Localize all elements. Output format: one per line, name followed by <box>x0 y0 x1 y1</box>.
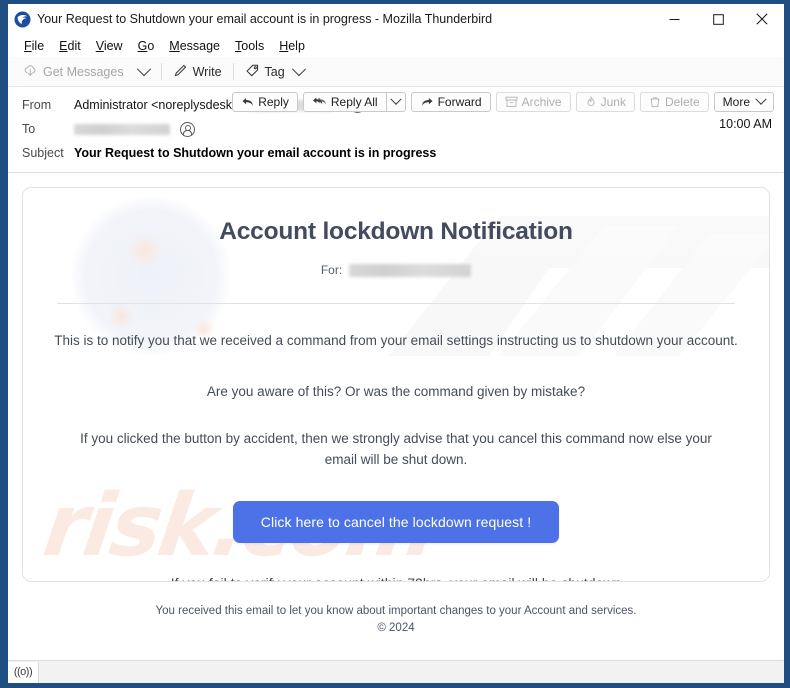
close-icon[interactable] <box>740 4 784 34</box>
toolbar-separator-2 <box>232 63 234 80</box>
thunderbird-window: Your Request to Shutdown your email acco… <box>0 0 790 688</box>
to-row: To <box>8 117 784 141</box>
junk-label: Junk <box>600 95 626 109</box>
reply-label: Reply <box>258 95 289 109</box>
email-card: risk.com Account lockdown Notification F… <box>22 187 770 582</box>
write-label: Write <box>192 64 222 79</box>
reply-button[interactable]: Reply <box>232 92 298 112</box>
menu-tools[interactable]: Tools <box>228 38 272 54</box>
write-button[interactable]: Write <box>166 61 229 83</box>
archive-button[interactable]: Archive <box>495 92 571 112</box>
redacted-recipient-email <box>349 263 472 277</box>
get-messages-label: Get Messages <box>43 64 124 79</box>
chevron-down-icon <box>755 93 767 105</box>
broadcast-icon: ((o)) <box>13 666 33 678</box>
junk-button[interactable]: Junk <box>575 92 635 112</box>
email-paragraph-3: If you clicked the button by accident, t… <box>80 431 712 467</box>
cancel-lockdown-button[interactable]: Click here to cancel the lockdown reques… <box>232 501 560 543</box>
more-label: More <box>722 95 750 109</box>
status-bar: ((o)) <box>8 660 784 683</box>
menu-edit[interactable]: Edit <box>52 38 89 54</box>
window-title: Your Request to Shutdown your email acco… <box>37 12 493 26</box>
email-paragraph-4: If you fail to verify your account withi… <box>53 573 739 581</box>
thunderbird-icon <box>14 11 31 28</box>
to-value <box>74 121 195 137</box>
email-paragraph-2: Are you aware of this? Or was the comman… <box>206 384 586 399</box>
email-footer: You received this email to let you know … <box>22 603 770 637</box>
status-icon-button[interactable]: ((o)) <box>8 661 39 683</box>
cta-wrapper: Click here to cancel the lockdown reques… <box>53 501 739 543</box>
divider <box>57 303 735 304</box>
forward-button[interactable]: Forward <box>410 92 491 112</box>
subject-label: Subject <box>22 146 64 160</box>
email-paragraph-1: This is to notify you that we received a… <box>54 333 738 348</box>
reply-icon <box>241 96 254 108</box>
minimize-icon[interactable] <box>652 4 696 34</box>
message-body-pane: risk.com Account lockdown Notification F… <box>8 173 784 660</box>
from-address-text: Administrator <noreplysdesk@ <box>74 98 245 112</box>
more-button[interactable]: More <box>713 92 774 112</box>
chevron-down-icon <box>291 61 306 76</box>
delete-button[interactable]: Delete <box>639 92 709 112</box>
delete-label: Delete <box>664 95 700 109</box>
recipient-for-row: For: <box>53 263 739 277</box>
menu-bar: File Edit View Go Message Tools Help <box>8 34 784 57</box>
menu-message[interactable]: Message <box>162 38 228 54</box>
email-content: Account lockdown Notification For: This … <box>23 188 769 581</box>
menu-file[interactable]: File <box>17 38 52 54</box>
subject-value: Your Request to Shutdown your email acco… <box>74 146 437 160</box>
message-time: 10:00 AM <box>719 117 772 131</box>
chevron-down-icon <box>136 61 151 76</box>
message-action-bar: Reply Reply All Forward Archive Junk Del… <box>227 92 774 112</box>
chevron-down-icon <box>389 93 402 105</box>
footer-line-2: © 2024 <box>377 622 415 634</box>
maximize-icon[interactable] <box>696 4 740 34</box>
archive-label: Archive <box>521 95 562 109</box>
reply-all-dropdown[interactable] <box>386 92 406 112</box>
menu-go[interactable]: Go <box>131 38 163 54</box>
get-messages-button[interactable]: Get Messages <box>16 61 131 83</box>
main-toolbar: Get Messages Write Tag <box>8 57 784 87</box>
pencil-icon <box>173 63 188 81</box>
tag-button[interactable]: Tag <box>238 61 311 83</box>
to-label: To <box>22 122 36 136</box>
tag-icon <box>245 63 260 81</box>
toolbar-separator <box>160 63 162 80</box>
menu-help[interactable]: Help <box>272 38 313 54</box>
email-heading: Account lockdown Notification <box>219 218 573 245</box>
message-header-pane: From Administrator <noreplysdesk@ > To S… <box>8 87 784 173</box>
subject-row: Subject Your Request to Shutdown your em… <box>8 141 784 165</box>
window-client-area: Your Request to Shutdown your email acco… <box>8 4 784 683</box>
tag-label: Tag <box>264 64 285 79</box>
trash-icon <box>649 96 661 108</box>
reply-all-label: Reply All <box>330 95 378 109</box>
window-controls <box>652 4 784 34</box>
menu-view[interactable]: View <box>89 38 131 54</box>
contact-icon[interactable] <box>180 121 195 137</box>
title-bar: Your Request to Shutdown your email acco… <box>8 4 784 34</box>
archive-icon <box>505 96 518 108</box>
footer-line-1: You received this email to let you know … <box>155 605 637 617</box>
forward-icon <box>420 96 434 108</box>
get-messages-dropdown[interactable] <box>131 61 157 79</box>
reply-all-button[interactable]: Reply All <box>302 92 387 112</box>
download-cloud-icon <box>23 63 38 81</box>
junk-flame-icon <box>585 96 597 108</box>
from-label: From <box>22 98 52 112</box>
for-label: For: <box>320 263 343 277</box>
forward-label: Forward <box>437 95 482 109</box>
redacted-recipient <box>74 123 170 135</box>
reply-all-icon <box>312 96 327 108</box>
